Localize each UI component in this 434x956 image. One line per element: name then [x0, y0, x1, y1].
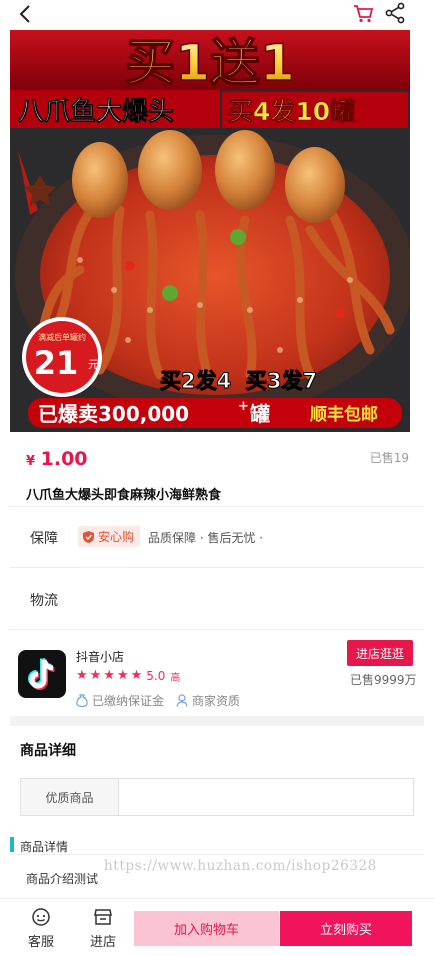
hero-product-name: 八爪鱼大爆头	[18, 97, 174, 127]
star-icon: ★	[89, 668, 102, 683]
star-icon: ★	[103, 668, 115, 683]
rating-value: 5.0	[146, 669, 166, 683]
bottom-action-bar: 客服 进店 加入购物车 立刻购买	[0, 898, 434, 956]
shop-name[interactable]: 抖音小店	[76, 648, 124, 665]
watermark: https://www.huzhan.com/ishop26328	[104, 858, 377, 874]
shop-meta: 已缴纳保证金 商家资质	[76, 692, 252, 709]
user-icon	[176, 694, 188, 707]
product-title: 八爪鱼大爆头即食麻辣小海鲜熟食	[26, 488, 222, 503]
guarantee-badge[interactable]: 安心购	[78, 526, 141, 547]
spec-value	[119, 779, 413, 815]
qualification-text: 商家资质	[192, 694, 241, 708]
shop-sold-count: 已售9999万	[350, 673, 417, 687]
details-heading: 商品详细	[20, 743, 76, 759]
top-bar	[0, 0, 434, 28]
store-icon	[94, 909, 112, 925]
guarantee-text: 品质保障 · 售后无忧 ·	[148, 531, 264, 545]
hero-badge-unit: 元	[88, 358, 99, 371]
product-intro: 商品介绍测试	[26, 872, 99, 886]
section-title: 商品详情	[20, 840, 69, 854]
customer-service-icon	[32, 908, 50, 926]
sold-count: 已售19	[369, 451, 409, 465]
store-label: 进店	[89, 935, 116, 950]
star-icon: ★	[76, 668, 88, 683]
hero-promo: 买4发10罐	[228, 97, 355, 126]
deposit-item: 已缴纳保证金	[76, 692, 164, 709]
hero-badge-price: 21	[34, 344, 79, 382]
divider	[10, 567, 424, 568]
rating-tag: 高	[170, 672, 181, 684]
logistics-label[interactable]: 物流	[30, 590, 58, 610]
visit-shop-button[interactable]: 进店逛逛	[347, 640, 413, 666]
guarantee-badge-label: 安心购	[98, 530, 135, 544]
price: ¥ 1.00	[26, 448, 88, 470]
price-row: ¥ 1.00 已售19	[0, 446, 434, 476]
share-icon[interactable]	[384, 2, 406, 24]
cart-icon[interactable]	[352, 2, 374, 24]
hero-shipping: 顺丰包邮	[310, 404, 378, 425]
shop-logo[interactable]	[18, 650, 66, 698]
spec-key: 优质商品	[21, 779, 119, 815]
section-marker	[10, 837, 14, 852]
back-icon[interactable]	[14, 3, 38, 25]
guarantee-label: 保障	[30, 531, 58, 547]
star-icon: ★	[130, 668, 143, 683]
add-to-cart-button[interactable]: 加入购物车	[134, 911, 279, 946]
hero-sold-suffix: 罐	[249, 402, 270, 426]
product-hero-image[interactable]: 买1送1 八爪鱼大爆头 买4发10罐 满减后单罐约 21 元 买2发4 买3发7…	[10, 30, 410, 432]
store-button[interactable]: 进店	[83, 907, 123, 950]
qualification-item[interactable]: 商家资质	[176, 692, 240, 709]
currency-symbol: ¥	[26, 454, 36, 469]
shop-rating: ★ ★ ★ ★ ★ 5.0 高	[76, 668, 180, 684]
hero-badge-note: 满减后单罐约	[38, 332, 86, 342]
price-value: 1.00	[40, 448, 88, 470]
tiktok-icon	[28, 657, 55, 690]
hero-sold-banner: 已爆卖300,000	[38, 402, 189, 426]
customer-service-button[interactable]: 客服	[21, 907, 61, 950]
hero-deal: 买2发4 买3发7	[160, 369, 317, 393]
buy-now-button[interactable]: 立刻购买	[280, 911, 412, 946]
star-icon: ★	[116, 668, 129, 683]
shield-icon	[83, 530, 94, 543]
section-gap	[10, 716, 424, 726]
hero-headline: 买1送1	[125, 34, 295, 92]
deposit-text: 已缴纳保证金	[92, 694, 165, 708]
money-bag-icon	[76, 694, 88, 707]
divider	[10, 854, 424, 855]
divider	[10, 629, 424, 630]
divider	[10, 506, 424, 507]
spec-table: 优质商品	[20, 778, 414, 816]
hero-sold-plus: +	[238, 399, 249, 414]
customer-service-label: 客服	[27, 935, 54, 950]
